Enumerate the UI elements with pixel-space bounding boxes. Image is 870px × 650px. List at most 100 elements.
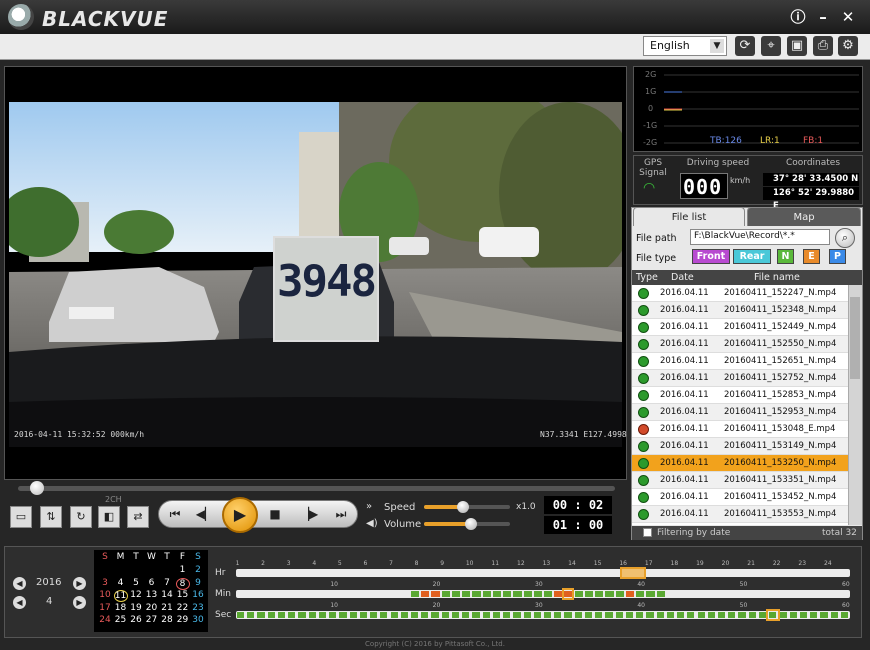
calendar-day[interactable]: 10 [98,590,112,600]
recorded-second-segment[interactable] [810,612,818,618]
recorded-second-segment[interactable] [503,612,511,618]
seek-handle[interactable] [30,481,44,495]
calendar-day[interactable]: 12 [129,590,143,600]
step-forward-icon[interactable]: ▕▶ [298,504,320,524]
file-list-row[interactable]: 2016.04.11 20160411_153553_N.mp4 [632,506,848,523]
calendar-day[interactable]: 19 [129,603,143,613]
scrollbar-thumb[interactable] [850,297,860,379]
recorded-second-segment[interactable] [257,612,265,618]
recorded-second-segment[interactable] [410,612,419,618]
recorded-second-segment[interactable] [717,612,726,618]
recorded-second-segment[interactable] [329,612,337,618]
snapshot-icon[interactable]: ▭ [10,506,32,528]
recorded-second-segment[interactable] [574,612,582,618]
recorded-minute-segment[interactable] [441,591,450,597]
calendar-day[interactable]: 14 [160,590,174,600]
recorded-second-segment[interactable] [288,612,296,618]
next-year-icon[interactable]: ▶ [73,577,86,590]
recorded-second-segment[interactable] [451,612,460,618]
calendar-day[interactable]: 15 [176,590,190,600]
recorded-second-segment[interactable] [318,612,327,618]
recorded-second-segment[interactable] [441,612,449,618]
calendar-day[interactable]: 21 [160,603,174,613]
calendar-day[interactable]: 27 [145,615,159,625]
recorded-second-segment[interactable] [625,612,634,618]
recorded-minute-segment[interactable] [410,591,420,597]
recorded-second-segment[interactable] [840,612,848,618]
recorded-minute-segment[interactable] [636,591,645,597]
recorded-minute-segment[interactable] [482,591,491,597]
recorded-second-segment[interactable] [492,612,501,618]
recorded-second-segment[interactable] [656,612,664,618]
hour-selected-marker[interactable] [620,567,646,579]
recorded-minute-segment[interactable] [451,591,461,597]
play-button[interactable]: ▶ [222,497,258,533]
recorded-second-segment[interactable] [431,612,439,618]
file-path-input[interactable]: F:\BlackVue\Record\*.* [690,229,830,245]
minimize-button[interactable]: – [813,7,833,27]
recorded-second-segment[interactable] [820,612,828,618]
prev-year-icon[interactable]: ◀ [13,577,26,590]
file-list-row[interactable]: 2016.04.11 20160411_153452_N.mp4 [632,489,848,506]
calendar-day[interactable]: 28 [160,615,174,625]
volume-slider-handle[interactable] [465,518,478,530]
tab-file-list[interactable]: File list [633,207,745,226]
close-button[interactable]: ✕ [838,7,858,27]
recorded-second-segment[interactable] [666,612,675,618]
recorded-second-segment[interactable] [247,612,255,618]
recorded-minute-segment[interactable] [595,591,604,597]
recorded-second-segment[interactable] [359,612,368,618]
calendar-day[interactable]: 23 [191,603,205,613]
recorded-minute-segment[interactable] [533,591,542,597]
file-list-row[interactable]: 2016.04.11 20160411_153250_N.mp4 [632,455,848,472]
minute-selected-marker[interactable] [562,588,574,600]
calendar-day[interactable]: 18 [114,603,128,613]
calendar-day[interactable]: 22 [176,603,190,613]
gear-icon[interactable]: ⚙ [838,36,858,56]
calendar-day[interactable]: 5 [129,578,143,588]
calendar-day[interactable]: 30 [191,615,205,625]
file-list-row[interactable]: 2016.04.11 20160411_152247_N.mp4 [632,285,848,302]
recorded-second-segment[interactable] [584,612,593,618]
recorded-minute-segment[interactable] [503,591,512,597]
flip-icon[interactable]: ⇅ [40,506,62,528]
recorded-second-segment[interactable] [267,612,275,618]
recorded-second-segment[interactable] [544,612,552,618]
recorded-minute-segment[interactable] [615,591,624,597]
camera-icon[interactable]: ▣ [787,36,807,56]
filter-normal-button[interactable]: N [777,249,794,264]
filter-parking-button[interactable]: P [829,249,846,264]
calendar-day[interactable]: 20 [145,603,159,613]
calendar-day[interactable]: 6 [145,578,159,588]
file-list-row[interactable]: 2016.04.11 20160411_152449_N.mp4 [632,319,848,336]
printer-icon[interactable]: ⎙ [813,36,833,56]
file-list-row[interactable]: 2016.04.11 20160411_153149_N.mp4 [632,438,848,455]
pip-front-icon[interactable]: ◧ [98,506,120,528]
recorded-second-segment[interactable] [605,612,613,618]
recorded-second-segment[interactable] [830,612,838,618]
file-list-row[interactable]: 2016.04.11 20160411_152953_N.mp4 [632,404,848,421]
calendar-day[interactable]: 2 [191,565,205,575]
minute-timeline[interactable] [236,590,850,598]
calendar-day[interactable]: 7 [160,578,174,588]
recorded-second-segment[interactable] [237,612,245,618]
calendar-day[interactable]: 29 [176,615,190,625]
search-icon[interactable]: ⌕ [835,228,855,248]
calendar-day[interactable]: 26 [129,615,143,625]
file-list-row[interactable]: 2016.04.11 20160411_152853_N.mp4 [632,387,848,404]
calendar-day[interactable]: 16 [191,590,205,600]
step-back-icon[interactable]: ◀▏ [194,504,216,524]
recorded-minute-segment[interactable] [492,591,502,597]
event-minute-segment[interactable] [625,591,635,597]
next-month-icon[interactable]: ▶ [73,596,86,609]
calendar-day[interactable]: 3 [98,578,112,588]
language-select[interactable]: English ▼ [643,36,727,56]
recorded-second-segment[interactable] [697,612,705,618]
column-type[interactable]: Type [636,272,658,283]
recorded-second-segment[interactable] [390,612,398,618]
filter-event-button[interactable]: E [803,249,820,264]
event-minute-segment[interactable] [421,591,430,597]
recorded-second-segment[interactable] [564,612,572,618]
recorded-minute-segment[interactable] [472,591,481,597]
calendar-day[interactable]: 11 [113,590,128,602]
